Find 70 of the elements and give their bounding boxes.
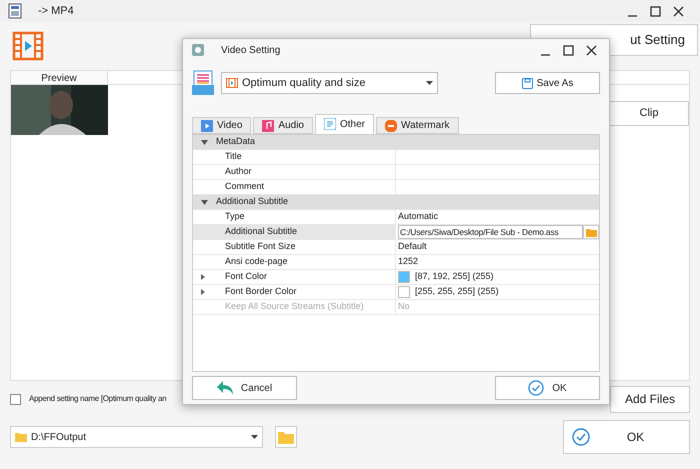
color-swatch[interactable] bbox=[398, 271, 410, 283]
folder-icon bbox=[278, 430, 294, 444]
property-row[interactable]: Title bbox=[193, 150, 599, 165]
close-icon[interactable] bbox=[673, 6, 684, 16]
profile-dropdown[interactable]: Optimum quality and size bbox=[221, 72, 438, 94]
add-files-button[interactable]: Add Files bbox=[610, 386, 690, 412]
property-row[interactable]: Font Color [87, 192, 255] (255) bbox=[193, 270, 599, 285]
property-label: Author bbox=[225, 165, 252, 178]
property-row[interactable]: Additional Subtitle C:/Users/Siwa/Desktop/File Sub - Demo.ass bbox=[193, 225, 599, 240]
app-icon bbox=[191, 43, 205, 57]
music-icon bbox=[262, 120, 274, 132]
maximize-icon[interactable] bbox=[650, 6, 661, 16]
property-row[interactable]: Subtitle Font Size Default bbox=[193, 240, 599, 255]
ok-button[interactable]: OK bbox=[495, 376, 600, 400]
play-icon bbox=[201, 120, 213, 132]
property-value: 1252 bbox=[398, 255, 418, 268]
property-label: Additional Subtitle bbox=[225, 225, 298, 238]
clip-button[interactable]: Clip bbox=[609, 101, 689, 126]
maximize-icon[interactable] bbox=[563, 44, 574, 56]
document-icon bbox=[192, 70, 214, 96]
caret-icon bbox=[251, 435, 258, 439]
property-value: Automatic bbox=[398, 210, 438, 224]
property-label: Keep All Source Streams (Subtitle) bbox=[225, 300, 364, 314]
window-title: -> MP4 bbox=[38, 4, 74, 19]
color-swatch[interactable] bbox=[398, 286, 410, 298]
expand-arrow-icon[interactable] bbox=[201, 274, 205, 280]
property-value: Default bbox=[398, 240, 427, 254]
checkbox[interactable] bbox=[10, 394, 21, 404]
back-arrow-icon bbox=[216, 381, 233, 395]
dialog-title: Video Setting bbox=[221, 44, 280, 58]
badge-icon bbox=[385, 120, 397, 132]
group-header[interactable]: MetaData bbox=[193, 135, 599, 150]
property-value: No bbox=[398, 300, 410, 314]
property-row[interactable]: Ansi code-page 1252 bbox=[193, 255, 599, 270]
property-label: Subtitle Font Size bbox=[225, 240, 296, 254]
tab[interactable]: Video bbox=[192, 117, 252, 134]
ok-button[interactable]: OK bbox=[563, 420, 690, 454]
tab[interactable]: Watermark bbox=[376, 117, 459, 134]
column-header: Preview bbox=[11, 71, 108, 85]
list-icon bbox=[324, 118, 336, 130]
close-icon[interactable] bbox=[586, 44, 597, 56]
property-label: Font Border Color bbox=[225, 285, 297, 298]
property-label: Type bbox=[225, 210, 245, 224]
check-circle-icon bbox=[572, 428, 590, 446]
folder-icon bbox=[586, 228, 596, 236]
checkbox-label: Append setting name [Optimum quality an bbox=[29, 393, 166, 405]
app-icon bbox=[8, 3, 22, 19]
property-value: [255, 255, 255] (255) bbox=[415, 285, 499, 298]
property-row[interactable]: Font Border Color [255, 255, 255] (255) bbox=[193, 285, 599, 300]
film-icon bbox=[226, 78, 238, 88]
property-label: Title bbox=[225, 150, 242, 164]
tab[interactable]: Audio bbox=[253, 117, 313, 134]
property-label: Font Color bbox=[225, 270, 268, 284]
expand-arrow-icon[interactable] bbox=[201, 289, 205, 295]
film-icon bbox=[12, 30, 44, 62]
check-circle-icon bbox=[528, 380, 544, 396]
collapse-arrow-icon bbox=[201, 140, 208, 144]
property-label: Ansi code-page bbox=[225, 255, 288, 268]
group-header[interactable]: Additional Subtitle bbox=[193, 195, 599, 210]
tab[interactable]: Other bbox=[314, 114, 374, 134]
collapse-arrow-icon bbox=[201, 200, 208, 204]
output-folder-dropdown[interactable]: D:\FFOutput bbox=[10, 426, 263, 448]
property-row[interactable]: Author bbox=[193, 165, 599, 180]
save-as-button[interactable]: Save As bbox=[495, 72, 600, 94]
property-label: Comment bbox=[225, 180, 264, 194]
cancel-button[interactable]: Cancel bbox=[192, 376, 297, 400]
folder-icon bbox=[15, 432, 27, 442]
file-path-field[interactable]: C:/Users/Siwa/Desktop/File Sub - Demo.ass bbox=[398, 225, 583, 239]
caret-icon bbox=[426, 81, 433, 85]
property-value: [87, 192, 255] (255) bbox=[415, 270, 494, 284]
